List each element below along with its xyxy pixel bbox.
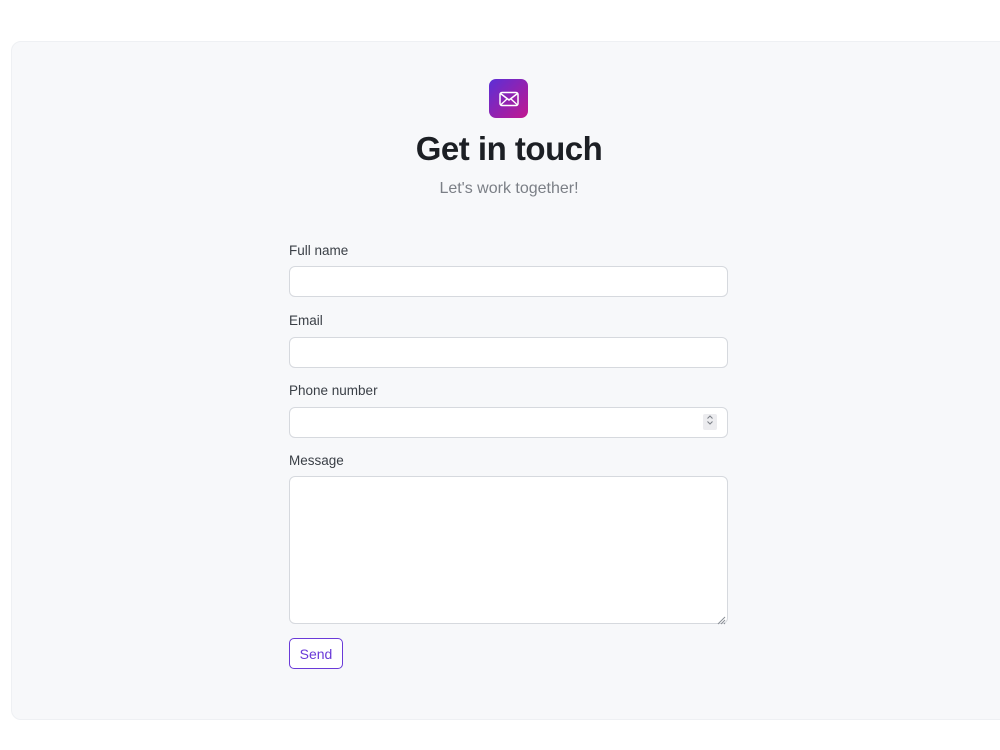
- envelope-icon: [498, 91, 519, 107]
- spinner-arrows-icon: [706, 413, 714, 431]
- message-textarea[interactable]: [289, 476, 728, 625]
- message-label: Message: [289, 453, 344, 468]
- full-name-input[interactable]: [289, 266, 728, 297]
- phone-label: Phone number: [289, 383, 378, 398]
- send-button[interactable]: Send: [289, 638, 343, 669]
- page-title: Get in touch: [415, 130, 603, 167]
- email-input[interactable]: [289, 337, 728, 368]
- resize-handle-icon[interactable]: [716, 612, 726, 625]
- page-subtitle: Let's work together!: [439, 180, 579, 197]
- full-name-label: Full name: [289, 243, 349, 258]
- email-label: Email: [289, 313, 323, 328]
- logo-badge: [489, 79, 528, 118]
- phone-input[interactable]: [289, 407, 728, 438]
- number-spinner[interactable]: [703, 414, 717, 430]
